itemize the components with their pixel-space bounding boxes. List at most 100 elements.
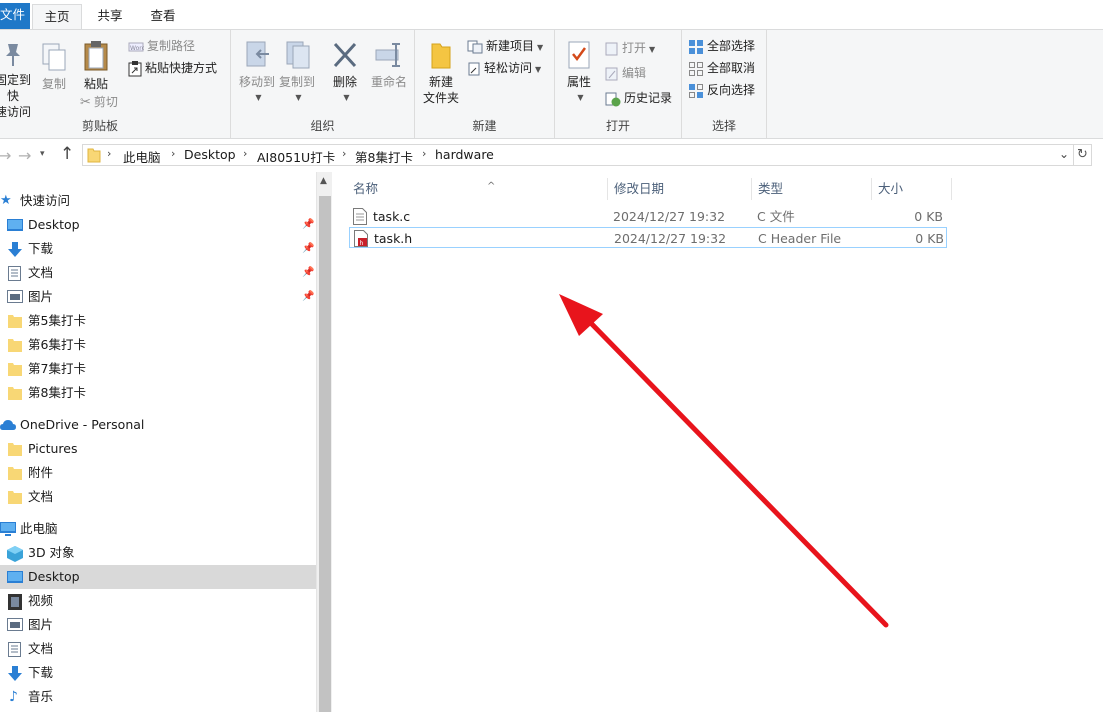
- nav-item-folder[interactable]: Pictures: [0, 437, 316, 461]
- nav-item-folder[interactable]: 附件: [0, 461, 316, 485]
- move-to-button[interactable]: 移动到 ▼: [235, 40, 279, 106]
- copy-label: 复制: [41, 77, 66, 91]
- breadcrumb-desktop[interactable]: Desktop: [184, 147, 236, 162]
- tab-view[interactable]: 查看: [138, 4, 188, 30]
- delete-x-icon: [333, 42, 357, 68]
- file-name: task.h: [374, 231, 413, 246]
- tab-file[interactable]: 文件: [0, 3, 30, 29]
- breadcrumb-hardware[interactable]: hardware: [435, 147, 494, 162]
- nav-quick-access[interactable]: ★ 快速访问: [0, 189, 316, 213]
- pin-icon[interactable]: 📌: [302, 237, 314, 261]
- nav-item-folder[interactable]: 第8集打卡: [0, 381, 316, 405]
- nav-item-label: 视频: [28, 593, 54, 608]
- refresh-icon[interactable]: ↻: [1074, 144, 1092, 166]
- open-button[interactable]: 打开 ▼: [605, 38, 655, 58]
- new-item-caret: ▼: [537, 43, 544, 52]
- nav-onedrive[interactable]: OneDrive - Personal: [0, 413, 316, 437]
- nav-item-music[interactable]: ♪ 音乐: [0, 685, 316, 709]
- select-all-button[interactable]: 全部选择: [688, 36, 755, 56]
- nav-this-pc-label: 此电脑: [20, 521, 58, 536]
- up-arrow-icon[interactable]: ↑: [60, 144, 74, 164]
- nav-item-folder[interactable]: 文档: [0, 485, 316, 509]
- breadcrumb-separator[interactable]: ›: [342, 147, 346, 160]
- select-none-button[interactable]: 全部取消: [688, 58, 755, 78]
- nav-item-desktop[interactable]: Desktop 📌: [0, 213, 316, 237]
- back-arrow-icon[interactable]: →: [0, 146, 11, 165]
- easy-access-button[interactable]: 轻松访问 ▼: [467, 58, 541, 78]
- file-row[interactable]: h task.h 2024/12/27 19:32 C Header File …: [349, 227, 947, 248]
- breadcrumb-episode8[interactable]: 第8集打卡: [355, 147, 413, 166]
- breadcrumb-separator[interactable]: ›: [171, 147, 175, 160]
- edit-button[interactable]: 编辑: [605, 63, 646, 83]
- group-label-select: 选择: [711, 119, 736, 133]
- svg-text:Word: Word: [130, 45, 144, 52]
- nav-item-downloads[interactable]: 下载 📌: [0, 237, 316, 261]
- navigation-pane-scrollbar[interactable]: ▲: [316, 172, 332, 712]
- scrollbar-thumb[interactable]: [319, 196, 331, 712]
- cut-button[interactable]: ✂ 剪切: [80, 92, 118, 112]
- nav-item-folder[interactable]: 第6集打卡: [0, 333, 316, 357]
- breadcrumb-separator[interactable]: ›: [422, 147, 426, 160]
- nav-item-pictures[interactable]: 图片 📌: [0, 285, 316, 309]
- nav-item-documents[interactable]: 文档: [0, 637, 316, 661]
- paste-shortcut-button[interactable]: 粘贴快捷方式: [128, 58, 217, 78]
- history-button[interactable]: 历史记录: [605, 88, 672, 108]
- nav-item-label: 音乐: [28, 689, 54, 704]
- pin-icon[interactable]: 📌: [302, 285, 314, 309]
- copy-button[interactable]: 复制: [38, 42, 70, 92]
- nav-item-videos[interactable]: 视频: [0, 589, 316, 613]
- history-dropdown-icon[interactable]: ▾: [40, 149, 45, 159]
- star-icon: ★: [0, 193, 12, 208]
- navigation-pane: ★ 快速访问 Desktop 📌 下载 📌 文档 📌 图片 📌 第5集打卡 第6…: [0, 172, 316, 712]
- breadcrumb-this-pc[interactable]: 此电脑: [123, 147, 161, 166]
- breadcrumb-separator[interactable]: ›: [243, 147, 247, 160]
- nav-item-desktop[interactable]: Desktop: [0, 565, 316, 589]
- nav-this-pc[interactable]: 此电脑: [0, 517, 316, 541]
- breadcrumb-separator[interactable]: ›: [107, 147, 111, 160]
- copy-path-button[interactable]: Word 复制路径: [128, 36, 195, 56]
- computer-icon: [0, 522, 16, 536]
- delete-button[interactable]: 删除 ▼: [329, 40, 361, 106]
- pin-quick-access-button[interactable]: 固定到快 速访问: [0, 42, 34, 120]
- pin-icon[interactable]: 📌: [302, 261, 314, 285]
- properties-label: 属性: [566, 75, 591, 89]
- tab-home[interactable]: 主页: [32, 4, 82, 31]
- new-item-button[interactable]: 新建项目 ▼: [467, 36, 543, 56]
- copy-to-button[interactable]: 复制到 ▼: [277, 40, 317, 106]
- tab-share[interactable]: 共享: [86, 4, 134, 30]
- paste-button[interactable]: 粘贴: [78, 40, 114, 92]
- invert-selection-icon: [689, 83, 703, 98]
- new-folder-label-line2: 文件夹: [422, 91, 459, 105]
- rename-button[interactable]: 重命名: [369, 40, 409, 90]
- invert-selection-button[interactable]: 反向选择: [688, 80, 755, 100]
- breadcrumb-ai8051u[interactable]: AI8051U打卡: [257, 147, 335, 166]
- nav-onedrive-label: OneDrive - Personal: [20, 417, 145, 432]
- column-header-size-label: 大小: [878, 181, 904, 196]
- nav-item-folder[interactable]: 第5集打卡: [0, 309, 316, 333]
- column-header-size[interactable]: 大小: [872, 178, 952, 200]
- address-dropdown-icon[interactable]: ⌄: [1059, 147, 1069, 161]
- column-header-date[interactable]: 修改日期: [608, 178, 752, 200]
- pin-icon[interactable]: 📌: [302, 213, 314, 237]
- column-header-name[interactable]: 名称 ^: [347, 178, 608, 200]
- new-folder-button[interactable]: 新建 文件夹: [421, 40, 461, 106]
- nav-item-label: 3D 对象: [28, 545, 75, 560]
- folder-icon: [8, 339, 22, 352]
- file-name: task.c: [373, 209, 411, 224]
- nav-item-3d-objects[interactable]: 3D 对象: [0, 541, 316, 565]
- open-icon: [605, 42, 618, 55]
- scroll-up-arrow-icon[interactable]: ▲: [320, 176, 327, 186]
- forward-arrow-icon[interactable]: →: [18, 146, 31, 165]
- properties-button[interactable]: 属性 ▼: [561, 40, 597, 106]
- nav-item-documents[interactable]: 文档 📌: [0, 261, 316, 285]
- file-row[interactable]: task.c 2024/12/27 19:32 C 文件 0 KB: [349, 206, 947, 227]
- nav-item-downloads[interactable]: 下载: [0, 661, 316, 685]
- select-none-icon: [689, 61, 703, 76]
- address-bar[interactable]: › 此电脑 › Desktop › AI8051U打卡 › 第8集打卡 › ha…: [82, 144, 1074, 166]
- copy-path-icon: Word: [128, 42, 144, 52]
- 3d-objects-icon: [7, 546, 23, 562]
- column-header-type[interactable]: 类型: [752, 178, 872, 200]
- nav-item-pictures[interactable]: 图片: [0, 613, 316, 637]
- nav-item-folder[interactable]: 第7集打卡: [0, 357, 316, 381]
- rename-icon: [375, 43, 400, 67]
